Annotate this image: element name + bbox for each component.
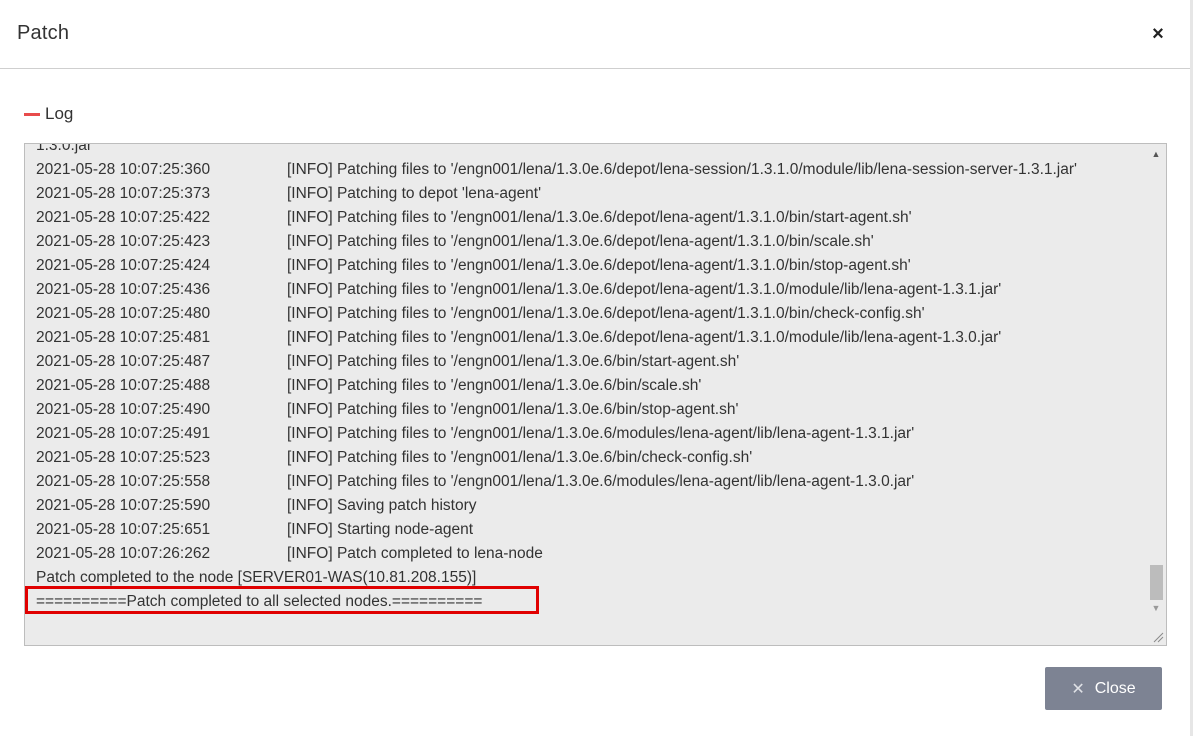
log-message: [INFO] Patch completed to lena-node — [287, 545, 543, 562]
log-timestamp: 2021-05-28 10:07:25:523 — [36, 449, 211, 466]
log-entry: 2021-05-28 10:07:25:436 [INFO] Patching f… — [36, 278, 1141, 302]
log-content: 1.3.0.jar' 2021-05-28 10:07:25:360 [INFO]… — [36, 143, 1141, 614]
log-message: [INFO] Patching files to '/engn001/lena/… — [287, 449, 753, 466]
log-entry: 2021-05-28 10:07:25:590 [INFO] Saving pat… — [36, 494, 1141, 518]
log-entry: 2021-05-28 10:07:25:651 [INFO] Starting n… — [36, 518, 1141, 542]
log-entry: 2021-05-28 10:07:25:360 [INFO] Patching f… — [36, 158, 1141, 182]
log-message: [INFO] Patching files to '/engn001/lena/… — [287, 305, 925, 322]
scroll-down-arrow-icon[interactable]: ▼ — [1149, 601, 1163, 615]
log-message: [INFO] Starting node-agent — [287, 521, 474, 538]
log-timestamp: 2021-05-28 10:07:25:423 — [36, 233, 211, 250]
log-entry: 2021-05-28 10:07:25:488 [INFO] Patching f… — [36, 374, 1141, 398]
log-entry: 2021-05-28 10:07:25:558 [INFO] Patching f… — [36, 470, 1141, 494]
log-timestamp: 2021-05-28 10:07:25:480 — [36, 305, 211, 322]
log-entry: 2021-05-28 10:07:25:373 [INFO] Patching t… — [36, 182, 1141, 206]
log-scrollbar[interactable]: ▲ ▼ — [1146, 144, 1166, 645]
log-entry: 2021-05-28 10:07:26:262 [INFO] Patch comp… — [36, 542, 1141, 566]
close-button[interactable]: ✕ Close — [1045, 667, 1162, 710]
log-timestamp: 2021-05-28 10:07:25:490 — [36, 401, 211, 418]
log-message: [INFO] Patching files to '/engn001/lena/… — [287, 233, 874, 250]
close-x-icon: ✕ — [1071, 680, 1085, 698]
resize-grip-icon[interactable] — [1152, 631, 1164, 643]
log-timestamp: 2021-05-28 10:07:25:422 — [36, 209, 211, 226]
log-entries: 2021-05-28 10:07:25:360 [INFO] Patching f… — [36, 158, 1141, 566]
log-entry: 2021-05-28 10:07:25:490 [INFO] Patching f… — [36, 398, 1141, 422]
log-timestamp: 2021-05-28 10:07:25:558 — [36, 473, 211, 490]
log-message: [INFO] Patching files to '/engn001/lena/… — [287, 401, 739, 418]
log-entry: 2021-05-28 10:07:25:424 [INFO] Patching f… — [36, 254, 1141, 278]
dialog-header: Patch × — [0, 0, 1193, 69]
log-timestamp: 2021-05-28 10:07:25:651 — [36, 521, 211, 538]
log-entry: 2021-05-28 10:07:25:491 [INFO] Patching f… — [36, 422, 1141, 446]
log-timestamp: 2021-05-28 10:07:25:373 — [36, 185, 211, 202]
log-section-label: Log — [45, 104, 74, 123]
log-entry: 2021-05-28 10:07:25:523 [INFO] Patching f… — [36, 446, 1141, 470]
log-partial-line: 1.3.0.jar' — [36, 143, 95, 154]
log-timestamp: 2021-05-28 10:07:25:360 — [36, 161, 211, 178]
log-timestamp: 2021-05-28 10:07:25:590 — [36, 497, 211, 514]
log-textarea[interactable]: 1.3.0.jar' 2021-05-28 10:07:25:360 [INFO]… — [24, 143, 1167, 646]
patch-dialog: Patch × Log 1.3.0.jar' 2021-05-28 10:07:… — [0, 0, 1193, 736]
log-timestamp: 2021-05-28 10:07:25:487 — [36, 353, 211, 370]
log-message: [INFO] Patching files to '/engn001/lena/… — [287, 281, 1002, 298]
log-message: [INFO] Patching to depot 'lena-agent' — [287, 185, 542, 202]
log-timestamp: 2021-05-28 10:07:25:424 — [36, 257, 211, 274]
log-message: [INFO] Patching files to '/engn001/lena/… — [287, 209, 912, 226]
log-section-header: Log — [24, 103, 73, 125]
log-entry: 2021-05-28 10:07:25:480 [INFO] Patching f… — [36, 302, 1141, 326]
log-timestamp: 2021-05-28 10:07:25:481 — [36, 329, 211, 346]
log-message: [INFO] Saving patch history — [287, 497, 477, 514]
section-marker-icon — [24, 112, 40, 116]
log-timestamp: 2021-05-28 10:07:25:488 — [36, 377, 211, 394]
dialog-title: Patch — [17, 22, 70, 44]
log-message: [INFO] Patching files to '/engn001/lena/… — [287, 257, 911, 274]
scroll-up-arrow-icon[interactable]: ▲ — [1149, 147, 1163, 161]
log-entry: 2021-05-28 10:07:25:481 [INFO] Patching f… — [36, 326, 1141, 350]
log-message: [INFO] Patching files to '/engn001/lena/… — [287, 161, 1077, 178]
highlight-box — [25, 586, 539, 614]
log-message: [INFO] Patching files to '/engn001/lena/… — [287, 425, 915, 442]
log-timestamp: 2021-05-28 10:07:25:491 — [36, 425, 211, 442]
scrollbar-thumb[interactable] — [1150, 565, 1163, 600]
log-message: [INFO] Patching files to '/engn001/lena/… — [287, 377, 702, 394]
log-message: [INFO] Patching files to '/engn001/lena/… — [287, 473, 915, 490]
log-timestamp: 2021-05-28 10:07:26:262 — [36, 545, 211, 562]
log-message: [INFO] Patching files to '/engn001/lena/… — [287, 329, 1002, 346]
log-timestamp: 2021-05-28 10:07:25:436 — [36, 281, 211, 298]
close-button-label: Close — [1094, 679, 1136, 697]
log-message: [INFO] Patching files to '/engn001/lena/… — [287, 353, 740, 370]
close-icon[interactable]: × — [1147, 20, 1169, 48]
log-entry: 2021-05-28 10:07:25:422 [INFO] Patching f… — [36, 206, 1141, 230]
log-entry: 2021-05-28 10:07:25:423 [INFO] Patching f… — [36, 230, 1141, 254]
log-entry: 2021-05-28 10:07:25:487 [INFO] Patching f… — [36, 350, 1141, 374]
